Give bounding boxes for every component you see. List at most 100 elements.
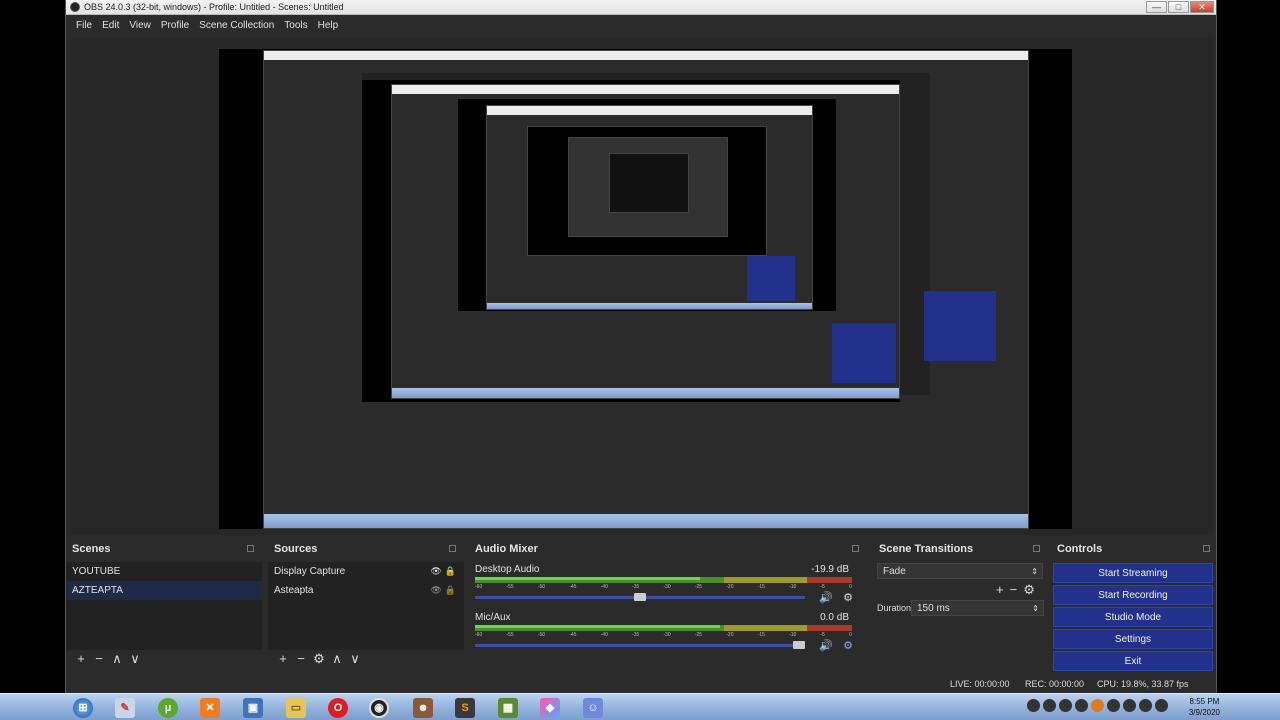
system-clock[interactable]: 8:55 PM 3/9/2020 bbox=[1189, 696, 1220, 718]
nested-capture-2 bbox=[362, 80, 900, 402]
game-avatar-icon[interactable]: ☻ bbox=[408, 696, 438, 719]
maximize-button[interactable]: □ bbox=[1168, 1, 1189, 13]
source-properties-button[interactable]: ⚙ bbox=[312, 651, 326, 667]
tick: -20 bbox=[726, 584, 734, 590]
volume-slider[interactable] bbox=[475, 593, 805, 601]
eye-hidden-icon[interactable]: 👁 bbox=[430, 585, 441, 596]
utorrent-icon[interactable]: µ bbox=[153, 696, 183, 719]
scenes-title-text: Scenes bbox=[72, 543, 111, 555]
tick: -55 bbox=[506, 584, 514, 590]
source-label: Display Capture bbox=[274, 566, 346, 577]
status-bar: LIVE: 00:00:00 REC: 00:00:00 CPU: 19.8%,… bbox=[66, 677, 1218, 693]
paint-3d-icon[interactable]: ◆ bbox=[535, 696, 565, 719]
menu-view[interactable]: View bbox=[129, 20, 151, 31]
transitions-title-text: Scene Transitions bbox=[879, 543, 974, 555]
mixer-channel-mic-aux: Mic/Aux 0.0 dB -60 -55 -50 -45 -40 -35 -30 -25 -… bbox=[475, 612, 855, 656]
clock-time: 8:55 PM bbox=[1189, 697, 1220, 706]
sources-dock: Sources Display Capture 👁 🔒 Asteapta 👁 🔒 +… bbox=[268, 540, 464, 675]
remote-desktop-icon[interactable]: ▣ bbox=[238, 696, 268, 719]
title-bar: OBS 24.0.3 (32-bit, windows) - Profile: … bbox=[66, 0, 1216, 15]
move-scene-down-button[interactable]: ∨ bbox=[128, 651, 142, 667]
file-explorer-icon[interactable]: ▭ bbox=[281, 696, 311, 719]
remove-source-button[interactable]: − bbox=[294, 651, 308, 667]
meter-ticks: -60 -55 -50 -45 -40 -35 -30 -25 -20 -15 -10 -5 0 bbox=[475, 632, 852, 640]
speaker-icon[interactable]: 🔊 bbox=[819, 639, 833, 652]
transition-select[interactable]: Fade ⇕ bbox=[877, 563, 1043, 579]
sublime-text-icon[interactable]: S bbox=[450, 696, 480, 719]
preview-canvas[interactable] bbox=[219, 49, 1072, 529]
paint-icon[interactable]: ✎ bbox=[110, 696, 140, 719]
volume-slider[interactable] bbox=[475, 641, 805, 649]
tray-icon[interactable] bbox=[1107, 699, 1120, 712]
mixer-float-icon[interactable] bbox=[852, 545, 859, 552]
transitions-float-icon[interactable] bbox=[1033, 545, 1040, 552]
eye-icon[interactable]: 👁 bbox=[430, 566, 441, 577]
remove-transition-button[interactable]: − bbox=[1010, 582, 1018, 598]
menu-tools[interactable]: Tools bbox=[284, 20, 307, 31]
gear-icon[interactable]: ⚙ bbox=[843, 591, 853, 604]
lock-icon[interactable]: 🔒 bbox=[445, 585, 456, 596]
discord-icon[interactable]: ☺ bbox=[578, 696, 608, 719]
remove-scene-button[interactable]: − bbox=[92, 651, 106, 667]
tray-icon[interactable] bbox=[1075, 699, 1088, 712]
tick: -30 bbox=[663, 584, 671, 590]
windows-taskbar: ⊞ ✎ µ ✕ ▣ ▭ O ◉ ☻ S ▦ ◆ ☺ 8:55 PM 3/9/20… bbox=[0, 693, 1280, 720]
settings-button[interactable]: Settings bbox=[1053, 629, 1213, 649]
move-source-down-button[interactable]: ∨ bbox=[348, 651, 362, 667]
scenes-float-icon[interactable] bbox=[247, 545, 254, 552]
sources-title: Sources bbox=[268, 540, 464, 558]
xampp-icon[interactable]: ✕ bbox=[195, 696, 225, 719]
opera-icon[interactable]: O bbox=[323, 696, 353, 719]
volume-slider-handle[interactable] bbox=[793, 641, 805, 649]
source-item-asteapta[interactable]: Asteapta 👁 🔒 bbox=[268, 581, 464, 600]
scene-item-azteapta[interactable]: AZTEAPTA bbox=[66, 581, 262, 600]
transition-settings-gear-icon[interactable]: ⚙ bbox=[1023, 582, 1035, 598]
channel-db: -19.9 dB bbox=[811, 564, 849, 575]
nested-capture-6 bbox=[527, 126, 767, 256]
tray-icon[interactable] bbox=[1139, 699, 1152, 712]
tick: -55 bbox=[506, 632, 514, 638]
channel-name: Desktop Audio bbox=[475, 564, 540, 575]
controls-float-icon[interactable] bbox=[1203, 545, 1210, 552]
menu-file[interactable]: File bbox=[76, 20, 92, 31]
studio-mode-button[interactable]: Studio Mode bbox=[1053, 607, 1213, 627]
tick: -20 bbox=[726, 632, 734, 638]
start-orb-icon[interactable]: ⊞ bbox=[68, 696, 98, 719]
obs-icon[interactable]: ◉ bbox=[364, 696, 394, 719]
scene-item-youtube[interactable]: YOUTUBE bbox=[66, 562, 262, 581]
tray-icon[interactable] bbox=[1155, 699, 1168, 712]
add-source-button[interactable]: + bbox=[276, 651, 290, 667]
mixer-channel-desktop-audio: Desktop Audio -19.9 dB -60 -55 -50 -45 -40 -3… bbox=[475, 564, 855, 608]
window-controls: — □ ✕ bbox=[1145, 1, 1214, 13]
move-source-up-button[interactable]: ∧ bbox=[330, 651, 344, 667]
tray-icon[interactable] bbox=[1123, 699, 1136, 712]
source-label: Asteapta bbox=[274, 585, 314, 596]
nested-capture-5 bbox=[486, 105, 813, 310]
add-transition-button[interactable]: + bbox=[996, 582, 1004, 598]
menu-scene-collection[interactable]: Scene Collection bbox=[199, 20, 274, 31]
menu-edit[interactable]: Edit bbox=[102, 20, 119, 31]
transition-buttons: + − ⚙ bbox=[996, 582, 1035, 598]
tray-icon[interactable] bbox=[1043, 699, 1056, 712]
menu-profile[interactable]: Profile bbox=[161, 20, 189, 31]
tray-icon[interactable] bbox=[1091, 699, 1104, 712]
tick: -35 bbox=[632, 584, 640, 590]
start-recording-button[interactable]: Start Recording bbox=[1053, 585, 1213, 605]
gear-icon[interactable]: ⚙ bbox=[843, 639, 853, 652]
close-button[interactable]: ✕ bbox=[1190, 1, 1214, 13]
exit-button[interactable]: Exit bbox=[1053, 651, 1213, 671]
lock-icon[interactable]: 🔒 bbox=[445, 566, 456, 577]
tray-icon[interactable] bbox=[1059, 699, 1072, 712]
duration-spinbox[interactable]: 150 ms ⇕ bbox=[911, 600, 1044, 616]
minimize-button[interactable]: — bbox=[1146, 1, 1167, 13]
sources-float-icon[interactable] bbox=[449, 545, 456, 552]
source-item-display-capture[interactable]: Display Capture 👁 🔒 bbox=[268, 562, 464, 581]
start-streaming-button[interactable]: Start Streaming bbox=[1053, 563, 1213, 583]
menu-help[interactable]: Help bbox=[318, 20, 339, 31]
minecraft-icon[interactable]: ▦ bbox=[493, 696, 523, 719]
move-scene-up-button[interactable]: ∧ bbox=[110, 651, 124, 667]
speaker-icon[interactable]: 🔊 bbox=[819, 591, 833, 604]
tray-icon[interactable] bbox=[1027, 699, 1040, 712]
add-scene-button[interactable]: + bbox=[74, 651, 88, 667]
volume-slider-handle[interactable] bbox=[634, 593, 646, 601]
